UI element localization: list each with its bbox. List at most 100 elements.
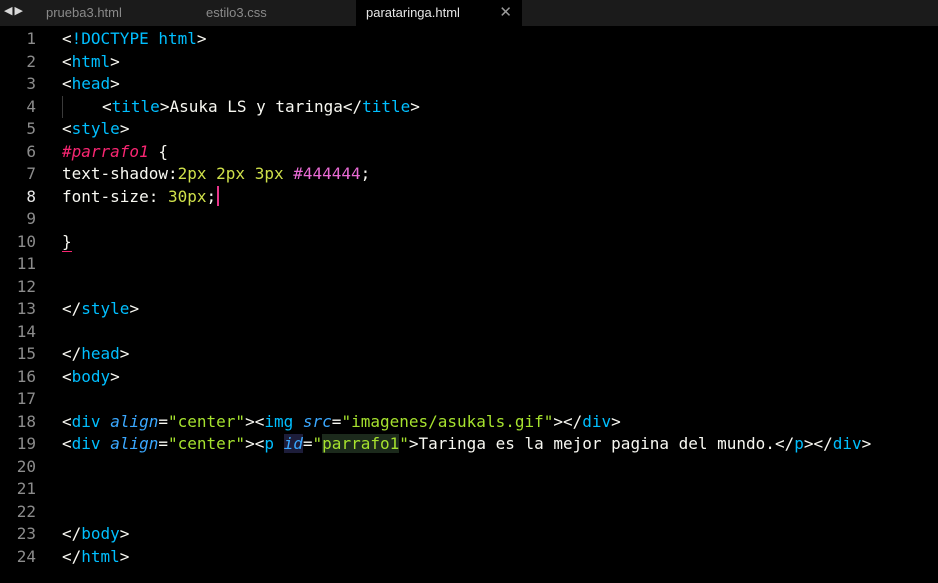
code-line-active: 8 font-size: 30px;: [0, 185, 938, 209]
token: Taringa es la mejor pagina del mundo.: [418, 434, 775, 453]
token: font-size:: [62, 186, 168, 206]
token: >: [129, 299, 140, 318]
arrow-left-icon[interactable]: ◀: [4, 5, 14, 17]
code-line: 5 <style>: [0, 118, 938, 141]
token: <: [62, 74, 72, 93]
token: head: [71, 74, 111, 93]
token: div: [582, 411, 612, 431]
token: parrafo1: [322, 434, 400, 453]
token: </: [774, 434, 795, 453]
token: html: [81, 546, 120, 566]
tab-bar: ◀▶ prueba3.html estilo3.css parataringa.…: [0, 0, 938, 26]
token: <: [254, 434, 265, 453]
token: <: [62, 366, 72, 386]
code-line: 10 }: [0, 231, 938, 254]
token: "imagenes/asukals.gif": [341, 411, 554, 431]
token: </: [813, 434, 833, 453]
token: </: [62, 299, 82, 318]
token: =: [331, 411, 342, 431]
line-number: 2: [26, 51, 36, 71]
code-line: 7 text-shadow:2px 2px 3px #444444;: [0, 163, 938, 186]
line-number: 9: [26, 209, 36, 228]
token: Asuka LS y taringa: [169, 96, 343, 116]
token: <: [62, 434, 72, 453]
token: >: [119, 344, 130, 363]
token: <: [254, 411, 265, 431]
token: >: [119, 119, 130, 138]
token: <: [102, 96, 112, 116]
token: #444444: [293, 164, 361, 183]
tab-label: estilo3.css: [206, 5, 267, 20]
editor-window: ◀▶ prueba3.html estilo3.css parataringa.…: [0, 0, 938, 583]
token: ": [312, 434, 323, 453]
token: >: [196, 29, 207, 48]
tab-parataringa[interactable]: parataringa.html ✕: [356, 0, 522, 26]
code-line: 6 #parrafo1 {: [0, 141, 938, 164]
line-number: 16: [16, 366, 36, 386]
token: </: [62, 524, 82, 543]
line-number: 7: [26, 164, 36, 183]
line-number: 15: [16, 344, 36, 363]
line-number: 18: [16, 411, 36, 431]
token: 2px: [216, 164, 246, 183]
token: >: [110, 51, 120, 71]
token: >: [159, 96, 170, 116]
token: >: [553, 411, 563, 431]
token: >: [408, 434, 419, 453]
line-number: 12: [16, 276, 36, 296]
code-line: 19 <div align="center"><p id="parrafo1">…: [0, 433, 938, 456]
token: =: [302, 434, 313, 453]
line-number: 10: [16, 231, 36, 251]
code-line: 9: [0, 208, 938, 231]
token: title: [111, 96, 160, 116]
token: ;: [360, 164, 371, 183]
token: text-shadow:: [62, 164, 178, 183]
token: </: [62, 546, 82, 566]
tab-estilo3[interactable]: estilo3.css: [196, 0, 356, 26]
code-line: 17: [0, 388, 938, 411]
token: style: [71, 119, 120, 138]
code-line: 18 <div align="center"><img src="imagene…: [0, 411, 938, 434]
line-number: 14: [16, 321, 36, 341]
token: p: [264, 434, 274, 453]
code-line: 24 </html>: [0, 546, 938, 569]
code-editor[interactable]: 1 <!DOCTYPE html> 2 <html> 3 <head> 4 <t…: [0, 28, 938, 583]
line-number: 19: [16, 434, 36, 453]
code-line: 15 </head>: [0, 343, 938, 366]
code-line: 23 </body>: [0, 523, 938, 546]
line-number: 1: [26, 29, 36, 48]
token: </: [62, 344, 82, 363]
line-number: 6: [26, 141, 36, 161]
token: </: [563, 411, 583, 431]
tab-label: parataringa.html: [366, 5, 460, 20]
token: body: [81, 524, 120, 543]
text-cursor: [217, 185, 220, 206]
tab-prueba3[interactable]: prueba3.html: [36, 0, 196, 26]
token: {: [148, 141, 168, 161]
line-number: 24: [16, 546, 36, 566]
token: <: [62, 411, 72, 431]
token: html: [71, 51, 111, 71]
code-line: 4 <title>Asuka LS y taringa</title>: [0, 95, 938, 119]
arrow-right-icon[interactable]: ▶: [14, 5, 24, 17]
token: >: [119, 524, 130, 543]
line-number: 21: [16, 479, 36, 498]
code-line: 16 <body>: [0, 366, 938, 389]
code-line: 1 <!DOCTYPE html>: [0, 28, 938, 51]
token: #parrafo1: [62, 141, 149, 161]
tab-navigation[interactable]: ◀▶: [4, 4, 25, 17]
code-line: 21: [0, 478, 938, 501]
token: >: [110, 366, 120, 386]
token: ;: [206, 186, 217, 206]
token: >: [861, 434, 872, 453]
token: </: [342, 96, 363, 116]
line-number: 13: [16, 299, 36, 318]
close-icon[interactable]: ✕: [499, 0, 512, 25]
token: div: [832, 434, 862, 453]
